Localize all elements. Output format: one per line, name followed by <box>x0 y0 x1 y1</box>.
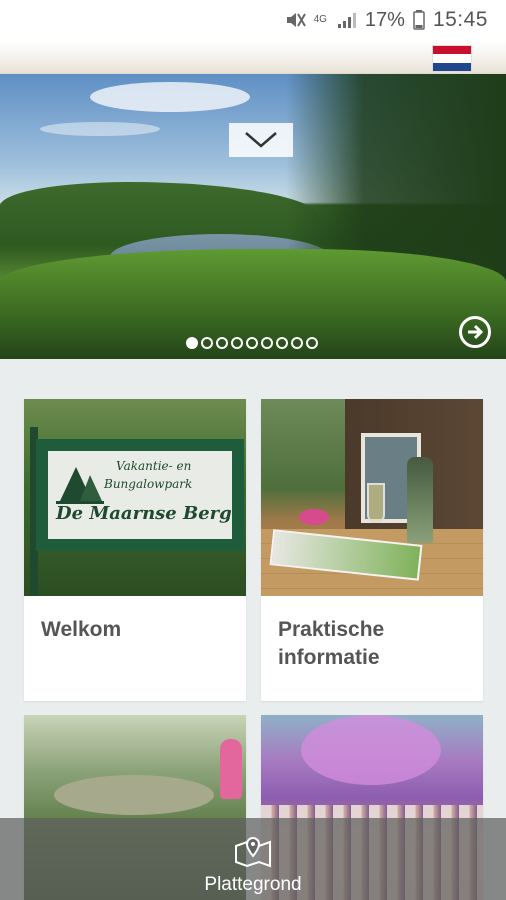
slide-dot[interactable] <box>276 337 288 349</box>
map-pin-icon <box>235 836 271 868</box>
park-sign: Vakantie- en Bungalowpark De Maarnse Ber… <box>36 439 244 551</box>
netherlands-flag-icon[interactable] <box>432 45 472 72</box>
praktische-image <box>261 399 483 596</box>
slide-dot[interactable] <box>246 337 258 349</box>
wine-bottle <box>407 457 433 543</box>
hero-slideshow[interactable] <box>0 74 506 359</box>
wine-glass <box>367 483 385 523</box>
flower-pot <box>299 509 329 525</box>
slide-dot[interactable] <box>231 337 243 349</box>
card-welkom[interactable]: Vakantie- en Bungalowpark De Maarnse Ber… <box>24 399 246 701</box>
slide-dot[interactable] <box>306 337 318 349</box>
slide-dot[interactable] <box>216 337 228 349</box>
card-label: Praktische informatie <box>278 618 385 669</box>
plattegrond-button[interactable]: Plattegrond <box>0 818 506 900</box>
clock: 15:45 <box>432 8 488 31</box>
app-header <box>0 40 506 74</box>
sign-line-3: De Maarnse Berg <box>56 503 232 524</box>
sign-line-1: Vakantie- en <box>116 459 192 473</box>
plattegrond-label: Plattegrond <box>204 874 302 895</box>
battery-icon <box>413 10 425 30</box>
slide-dot[interactable] <box>261 337 273 349</box>
welkom-image: Vakantie- en Bungalowpark De Maarnse Ber… <box>24 399 246 596</box>
slide-dot[interactable] <box>186 337 198 349</box>
mute-icon <box>284 10 306 30</box>
sky-cloud <box>40 122 160 136</box>
status-bar: 4G 17% 15:45 <box>0 0 506 40</box>
network-type: 4G <box>313 14 327 25</box>
tree-logo-icon <box>56 467 104 504</box>
color-powder-cloud <box>301 715 441 785</box>
slide-dot[interactable] <box>291 337 303 349</box>
hero-treeline <box>0 182 320 242</box>
slide-dot[interactable] <box>201 337 213 349</box>
card-praktische-informatie[interactable]: Praktische informatie <box>261 399 483 701</box>
card-label: Welkom <box>41 618 122 641</box>
child-figure <box>220 739 242 799</box>
arrow-right-icon <box>468 324 484 340</box>
hero-collapse-button[interactable] <box>229 123 293 157</box>
sign-line-2: Bungalowpark <box>104 477 193 491</box>
battery-percent: 17% <box>364 8 405 31</box>
chevron-down-icon <box>245 132 277 148</box>
sky-cloud <box>90 82 250 112</box>
slide-indicators <box>186 337 318 349</box>
hero-next-button[interactable] <box>459 316 491 348</box>
signal-icon <box>337 11 357 29</box>
garden-path <box>54 775 214 815</box>
